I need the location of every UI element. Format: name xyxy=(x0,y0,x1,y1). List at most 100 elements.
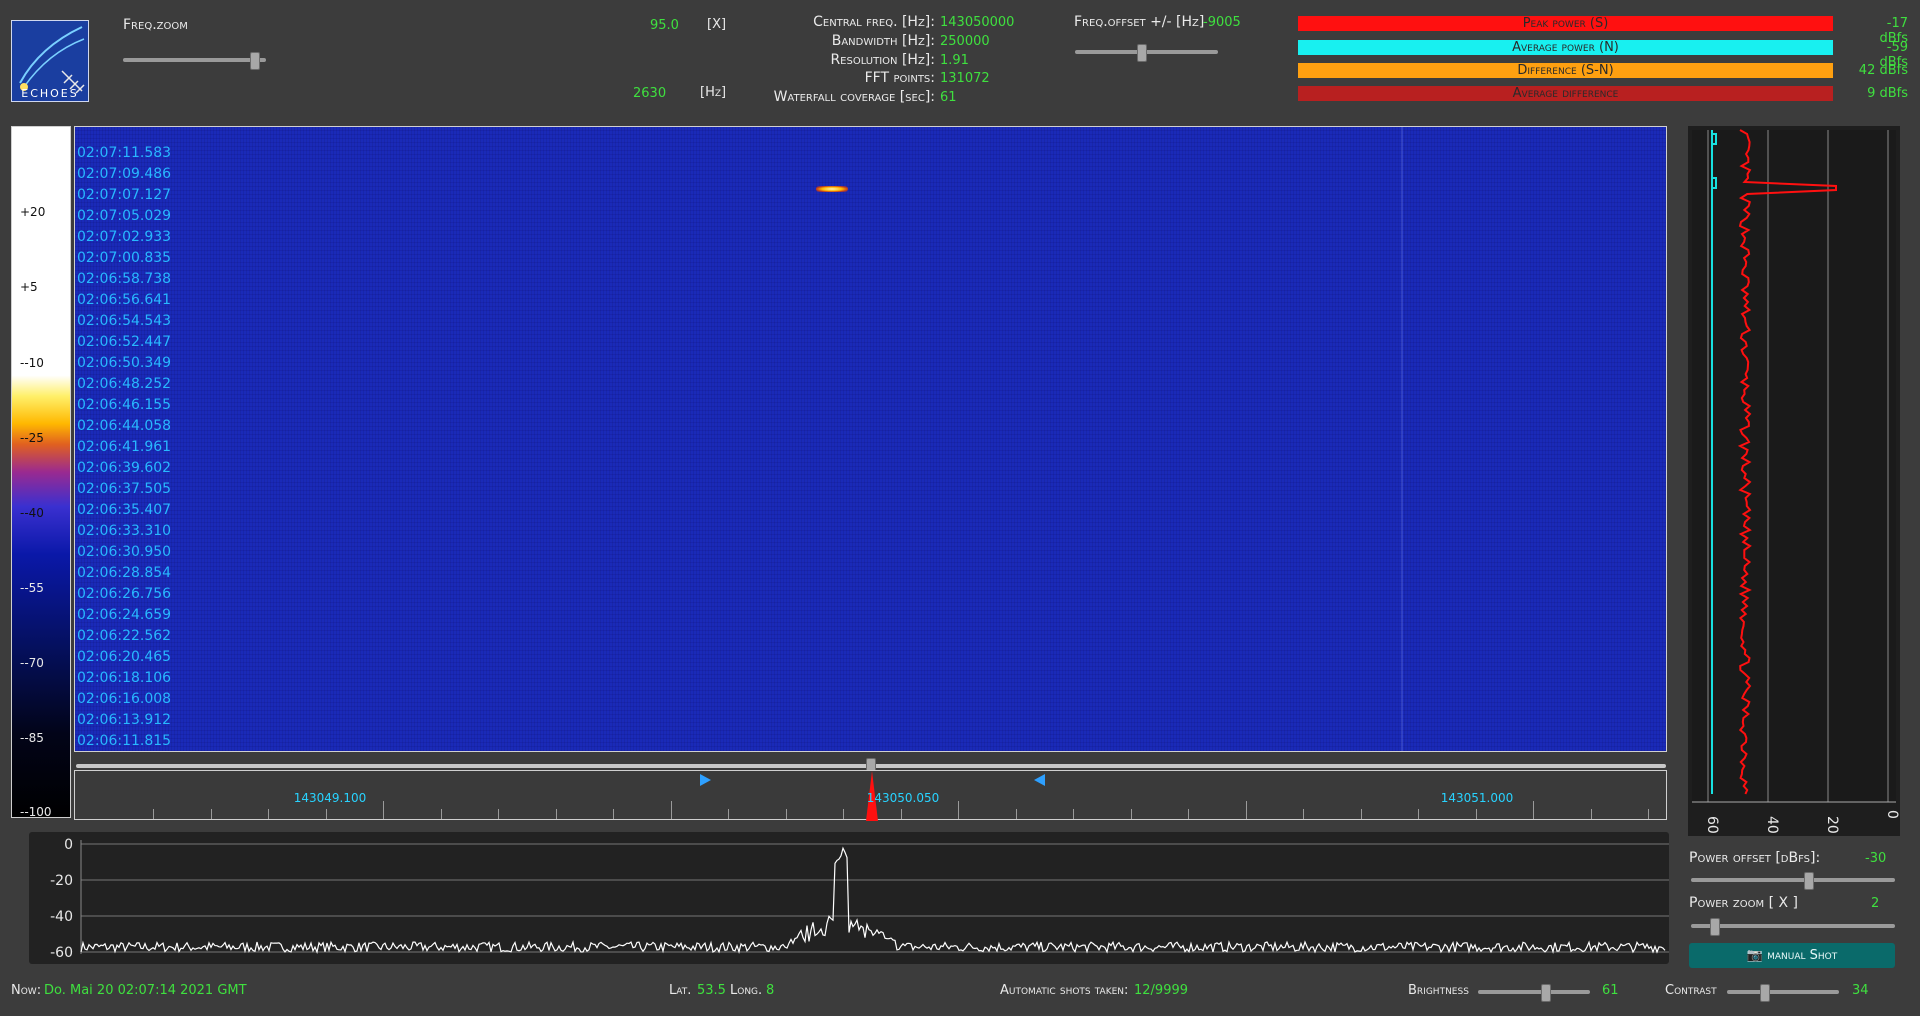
freq-tick xyxy=(1418,809,1419,819)
freq-zoom-hz-unit: [Hz] xyxy=(700,85,727,100)
echoes-logo: ECHOES xyxy=(11,20,89,102)
band-end-marker-icon[interactable] xyxy=(1032,773,1046,787)
freq-tick xyxy=(1303,809,1304,819)
freq-zoom-hz-value: 2630 xyxy=(633,86,667,101)
freq-tick xyxy=(1073,809,1074,819)
waterfall-display[interactable]: 02:07:11.583 02:07:09.486 02:07:07.127 02:0… xyxy=(74,126,1667,752)
scale-tick: --25 xyxy=(20,431,44,445)
waterfall-timestamp: 02:06:50.349 xyxy=(77,355,172,371)
freq-label: 143049.100 xyxy=(293,791,367,805)
contrast-slider[interactable] xyxy=(1727,984,1839,1002)
freq-tick xyxy=(1360,809,1362,819)
slider-thumb[interactable] xyxy=(1710,918,1721,936)
lat-value: 53.5 xyxy=(697,983,726,998)
param-label: Resolution [Hz]: xyxy=(830,52,935,68)
power-x-tick: 0 xyxy=(1884,810,1900,819)
freq-zoom-slider[interactable] xyxy=(123,52,266,70)
shots-value: 12/9999 xyxy=(1134,983,1189,998)
waterfall-timestamp: 02:06:26.756 xyxy=(77,586,172,602)
brightness-value: 61 xyxy=(1602,983,1619,998)
scale-tick: +5 xyxy=(20,280,38,294)
slider-thumb[interactable] xyxy=(1804,872,1815,890)
average-difference-value: 9 dBfs xyxy=(1867,86,1908,101)
average-difference-bar: Average difference xyxy=(1298,86,1833,101)
spectrum-y-tick: -20 xyxy=(50,873,73,889)
color-scale: +20 +5 --10 --25 --40 --55 --70 --85 --1… xyxy=(11,126,71,818)
param-value: 1.91 xyxy=(940,53,969,68)
power-zoom-slider[interactable] xyxy=(1691,918,1895,936)
power-x-tick: 60 xyxy=(1704,816,1720,834)
freq-tick xyxy=(843,809,844,819)
params-panel: Central freq. [Hz]: 143050000 Bandwidth … xyxy=(760,14,1015,105)
band-start-marker-icon[interactable] xyxy=(699,773,713,787)
freq-tick xyxy=(153,809,154,819)
bar-label: Average power (N) xyxy=(1512,40,1619,55)
spectrum-plot: 0 -20 -40 -60 xyxy=(29,832,1669,964)
freq-offset-slider[interactable] xyxy=(1075,44,1218,62)
freq-offset-label: Freq.offset +/- [Hz] xyxy=(1074,14,1205,30)
waterfall-timestamp: 02:06:11.815 xyxy=(77,733,172,749)
camera-icon: 📷 xyxy=(1746,948,1768,963)
contrast-label: Contrast xyxy=(1665,983,1717,998)
slider-thumb[interactable] xyxy=(1760,984,1771,1002)
waterfall-timestamp: 02:06:22.562 xyxy=(77,628,172,644)
scale-tick: --55 xyxy=(20,581,44,595)
frequency-scale[interactable]: 143049.100 143050.050 143051.000 xyxy=(74,770,1707,821)
waterfall-timestamp: 02:06:20.465 xyxy=(77,649,172,665)
param-label: FFT points: xyxy=(864,70,935,86)
waterfall-timestamp: 02:06:56.641 xyxy=(77,292,172,308)
freq-label: 143050.050 xyxy=(866,791,940,805)
power-x-tick: 40 xyxy=(1764,816,1780,834)
freq-tick xyxy=(1245,801,1247,819)
power-graph-svg: 60 40 20 0 xyxy=(1692,129,1900,834)
param-label: Bandwidth [Hz]: xyxy=(831,33,935,49)
power-offset-slider[interactable] xyxy=(1691,872,1895,890)
waterfall-timestamp: 02:07:00.835 xyxy=(77,250,172,266)
param-value: 131072 xyxy=(940,71,990,86)
power-x-tick: 20 xyxy=(1824,816,1840,834)
slider-thumb[interactable] xyxy=(1541,984,1552,1002)
waterfall-timestamp: 02:06:46.155 xyxy=(77,397,172,413)
waterfall-timestamp: 02:06:39.602 xyxy=(77,460,172,476)
freq-tick xyxy=(1130,809,1132,819)
freq-tick xyxy=(958,801,959,819)
freq-tick xyxy=(900,809,902,819)
waterfall-timestamp: 02:06:52.447 xyxy=(77,334,172,350)
brightness-label: Brightness xyxy=(1408,983,1469,998)
waterfall-timestamp: 02:06:30.950 xyxy=(77,544,172,560)
manual-shot-label: manual Shot xyxy=(1767,948,1838,963)
slider-thumb[interactable] xyxy=(249,52,260,70)
manual-shot-button[interactable]: 📷 manual Shot xyxy=(1689,943,1895,968)
difference-bar: Difference (S-N) xyxy=(1298,63,1833,78)
slider-thumb[interactable] xyxy=(1137,44,1148,62)
freq-label: 143051.000 xyxy=(1440,791,1514,805)
freq-tick xyxy=(210,809,212,819)
bar-label: Average difference xyxy=(1512,86,1619,101)
spectrum-y-tick: -40 xyxy=(50,909,73,925)
freq-tick xyxy=(325,809,327,819)
power-offset-label: Power offset [dBfs]: xyxy=(1689,850,1821,866)
spectrum-trace xyxy=(80,846,1666,955)
scale-tick: --100 xyxy=(20,805,52,818)
freq-offset-value: -9005 xyxy=(1203,15,1241,30)
waterfall-timestamp: 02:06:28.854 xyxy=(77,565,172,581)
freq-tick xyxy=(440,809,442,819)
faint-carrier-line xyxy=(1401,127,1403,751)
waterfall-timestamp: 02:07:02.933 xyxy=(77,229,172,245)
freq-tick xyxy=(1188,809,1189,819)
brightness-slider[interactable] xyxy=(1478,984,1590,1002)
power-zoom-value: 2 xyxy=(1871,896,1880,911)
freq-tick xyxy=(785,809,787,819)
freq-zoom-value: 95.0 xyxy=(650,18,679,33)
freq-tick xyxy=(1533,801,1534,819)
peak-power-bar: Peak power (S) xyxy=(1298,16,1833,31)
contrast-value: 34 xyxy=(1852,983,1869,998)
freq-tick xyxy=(555,809,557,819)
waterfall-timestamp: 02:06:24.659 xyxy=(77,607,172,623)
average-power-bar: Average power (N) xyxy=(1298,40,1833,55)
waterfall-timestamp: 02:06:37.505 xyxy=(77,481,172,497)
freq-zoom-label: Freq.zoom xyxy=(123,17,188,33)
scale-tick: --10 xyxy=(20,356,44,370)
waterfall-timestamp: 02:07:07.127 xyxy=(77,187,172,203)
power-history-graph: 60 40 20 0 xyxy=(1688,126,1900,836)
